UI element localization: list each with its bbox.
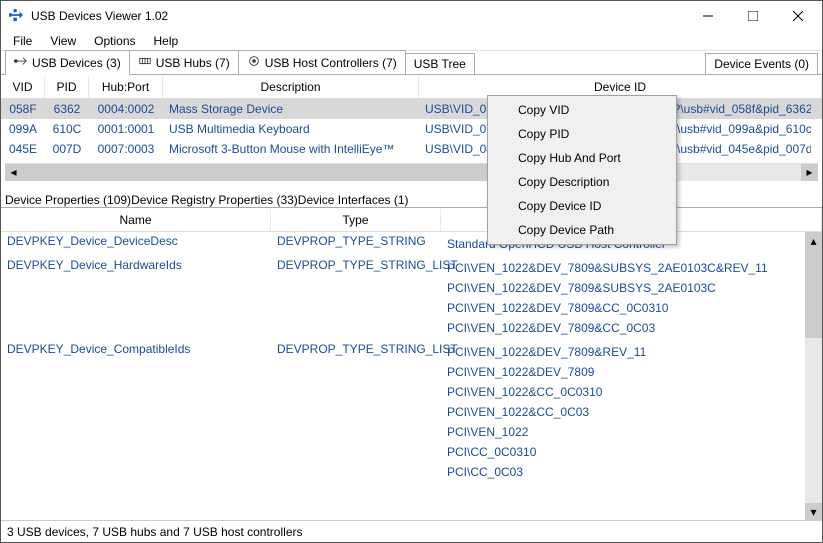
- tab-label: USB Devices (3): [32, 56, 121, 70]
- table-row[interactable]: 058F63620004:0002Mass Storage DeviceUSB\…: [1, 99, 822, 119]
- upper-tab-row: USB Devices (3) USB Hubs (7) USB Host Co…: [1, 51, 822, 75]
- maximize-button[interactable]: [730, 1, 775, 31]
- table-row[interactable]: DEVPKEY_Device_CompatibleIdsDEVPROP_TYPE…: [1, 340, 822, 484]
- lower-tab-row: Device Properties (109) Device Registry …: [1, 184, 822, 208]
- titlebar: USB Devices Viewer 1.02: [1, 1, 822, 31]
- usb-icon: [14, 54, 28, 71]
- cell: 045E: [1, 140, 45, 158]
- cell: DEVPROP_TYPE_STRING_LIST: [271, 340, 441, 484]
- device-table-hscroll[interactable]: ◂ ▸: [5, 163, 818, 180]
- close-button[interactable]: [775, 1, 820, 31]
- tab-usb-tree[interactable]: USB Tree: [405, 53, 475, 74]
- status-text: 3 USB devices, 7 USB hubs and 7 USB host…: [7, 525, 302, 539]
- ctx-copy-hub-port[interactable]: Copy Hub And Port: [490, 146, 674, 170]
- tab-device-properties[interactable]: Device Properties (109): [5, 193, 131, 207]
- app-icon: [9, 8, 25, 24]
- cell: PCI\VEN_1022&DEV_7809&SUBSYS_2AE0103C&RE…: [441, 256, 822, 340]
- minimize-button[interactable]: [685, 1, 730, 31]
- col-pid[interactable]: PID: [45, 76, 89, 98]
- gear-icon: [247, 54, 261, 71]
- cell: 058F: [1, 100, 45, 118]
- tab-device-events[interactable]: Device Events (0): [705, 53, 818, 74]
- property-table-header: Name Type Value: [1, 208, 822, 232]
- cell: Microsoft 3-Button Mouse with IntelliEye…: [163, 140, 419, 158]
- cell: DEVPKEY_Device_DeviceDesc: [1, 232, 271, 256]
- col-name[interactable]: Name: [1, 209, 271, 231]
- table-row[interactable]: 045E007D0007:0003Microsoft 3-Button Mous…: [1, 139, 822, 159]
- table-row[interactable]: DEVPKEY_Device_HardwareIdsDEVPROP_TYPE_S…: [1, 256, 822, 340]
- cell: DEVPROP_TYPE_STRING: [271, 232, 441, 256]
- hub-icon: [138, 54, 152, 71]
- tab-label: USB Host Controllers (7): [265, 56, 397, 70]
- tab-label: Device Interfaces (1): [298, 193, 409, 207]
- cell: 0004:0002: [89, 100, 163, 118]
- context-menu: Copy VID Copy PID Copy Hub And Port Copy…: [487, 95, 677, 245]
- menubar: File View Options Help: [1, 31, 822, 51]
- scroll-track[interactable]: [805, 249, 822, 503]
- cell: 0007:0003: [89, 140, 163, 158]
- tab-usb-hubs[interactable]: USB Hubs (7): [129, 50, 239, 74]
- cell: 6362: [45, 100, 89, 118]
- col-description[interactable]: Description: [163, 76, 419, 98]
- property-vscroll[interactable]: ▴ ▾: [805, 232, 822, 520]
- cell: \?\usb#vid_045e&pid_007d#5: [661, 140, 811, 158]
- cell: Mass Storage Device: [163, 100, 419, 118]
- cell: \\?\usb#vid_058f&pid_6362#05: [661, 100, 811, 118]
- menu-file[interactable]: File: [5, 32, 40, 50]
- cell: PCI\VEN_1022&DEV_7809&REV_11PCI\VEN_1022…: [441, 340, 822, 484]
- tab-usb-host-controllers[interactable]: USB Host Controllers (7): [238, 50, 406, 74]
- col-type[interactable]: Type: [271, 209, 441, 231]
- tab-usb-devices[interactable]: USB Devices (3): [5, 50, 130, 75]
- table-row[interactable]: 099A610C0001:0001USB Multimedia Keyboard…: [1, 119, 822, 139]
- property-panel: Name Type Value DEVPKEY_Device_DeviceDes…: [1, 208, 822, 520]
- ctx-copy-device-id[interactable]: Copy Device ID: [490, 194, 674, 218]
- col-hub[interactable]: Hub:Port: [89, 76, 163, 98]
- scroll-thumb[interactable]: [22, 164, 489, 181]
- cell: DEVPKEY_Device_CompatibleIds: [1, 340, 271, 484]
- device-table-header: VID PID Hub:Port Description Device ID: [1, 75, 822, 99]
- device-table: VID PID Hub:Port Description Device ID 0…: [1, 75, 822, 184]
- tab-label: Device Registry Properties (33): [131, 193, 298, 207]
- scroll-track[interactable]: [22, 164, 801, 181]
- ctx-copy-description[interactable]: Copy Description: [490, 170, 674, 194]
- tab-label: USB Hubs (7): [156, 56, 230, 70]
- cell: DEVPROP_TYPE_STRING_LIST: [271, 256, 441, 340]
- cell: DEVPKEY_Device_HardwareIds: [1, 256, 271, 340]
- tab-label: Device Properties (109): [5, 193, 131, 207]
- cell: \?\usb#vid_099a&pid_610c#5&: [661, 120, 811, 138]
- menu-help[interactable]: Help: [146, 32, 187, 50]
- scroll-up-icon[interactable]: ▴: [805, 232, 822, 249]
- cell: 0001:0001: [89, 120, 163, 138]
- ctx-copy-pid[interactable]: Copy PID: [490, 122, 674, 146]
- cell: 099A: [1, 120, 45, 138]
- col-vid[interactable]: VID: [1, 76, 45, 98]
- tab-device-registry-properties[interactable]: Device Registry Properties (33): [131, 193, 298, 207]
- scroll-left-icon[interactable]: ◂: [5, 164, 22, 181]
- scroll-right-icon[interactable]: ▸: [801, 164, 818, 181]
- tab-label: Device Events (0): [714, 57, 809, 71]
- scroll-thumb[interactable]: [805, 249, 822, 338]
- status-bar: 3 USB devices, 7 USB hubs and 7 USB host…: [1, 520, 822, 542]
- cell: 610C: [45, 120, 89, 138]
- window-title: USB Devices Viewer 1.02: [31, 9, 685, 23]
- tab-device-interfaces[interactable]: Device Interfaces (1): [298, 193, 409, 207]
- tab-label: USB Tree: [414, 57, 466, 71]
- cell: 007D: [45, 140, 89, 158]
- table-row[interactable]: DEVPKEY_Device_DeviceDescDEVPROP_TYPE_ST…: [1, 232, 822, 256]
- ctx-copy-device-path[interactable]: Copy Device Path: [490, 218, 674, 242]
- cell: USB Multimedia Keyboard: [163, 120, 419, 138]
- menu-options[interactable]: Options: [86, 32, 143, 50]
- ctx-copy-vid[interactable]: Copy VID: [490, 98, 674, 122]
- menu-view[interactable]: View: [42, 32, 84, 50]
- scroll-down-icon[interactable]: ▾: [805, 503, 822, 520]
